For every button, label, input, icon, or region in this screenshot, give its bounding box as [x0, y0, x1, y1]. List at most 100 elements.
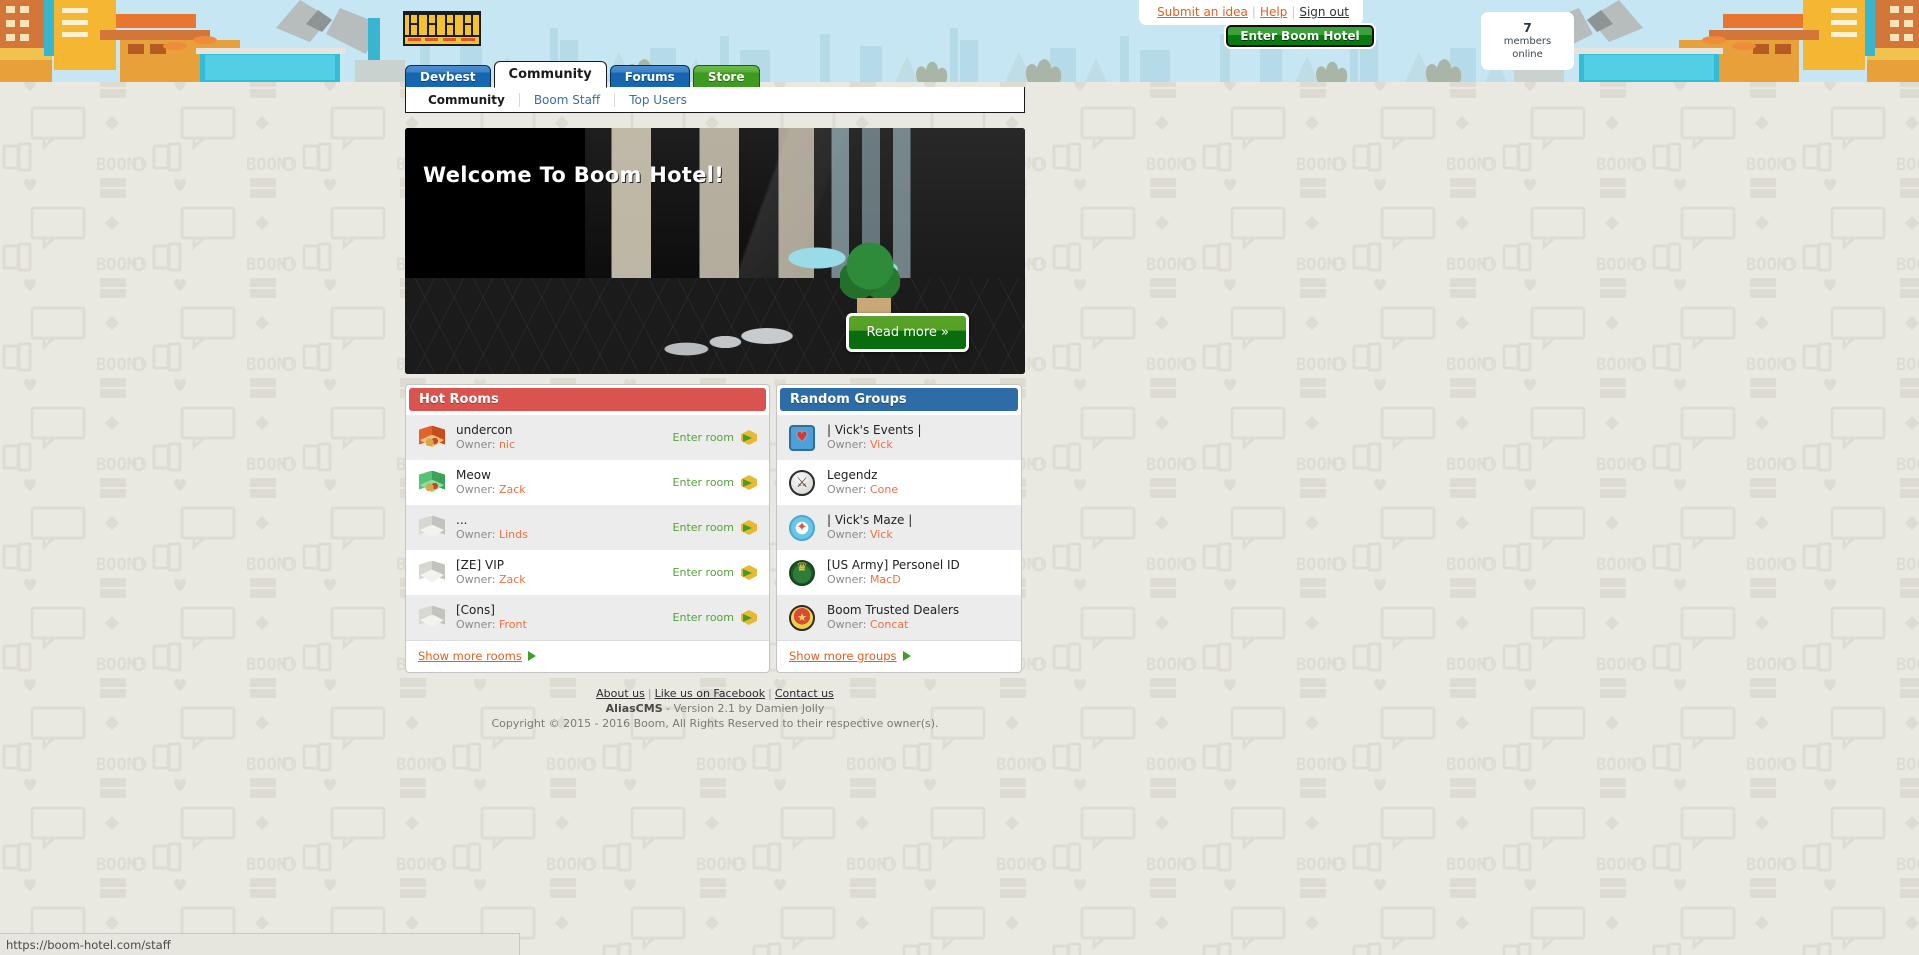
enter-room-label: Enter room	[672, 566, 734, 579]
enter-room-label: Enter room	[672, 476, 734, 489]
subnav-item-boom-staff[interactable]: Boom Staff	[518, 92, 614, 107]
group-info: | Vick's Events | Owner: Vick	[827, 423, 1013, 452]
hot-rooms-header: Hot Rooms	[409, 388, 766, 411]
room-info: [ZE] VIP Owner: Zack	[456, 558, 673, 587]
members-online-label-2: online	[1512, 48, 1543, 60]
enter-arrow-icon	[741, 475, 757, 490]
list-item[interactable]: [US Army] Personel ID Owner: MacD	[777, 550, 1021, 595]
group-owner: Owner: Vick	[827, 528, 1013, 542]
owner-label: Owner:	[827, 573, 867, 586]
subnav-item-community[interactable]: Community	[422, 93, 519, 107]
enter-arrow-icon	[741, 610, 757, 625]
enter-room-button[interactable]: Enter room	[673, 520, 761, 535]
group-badge-heart-icon	[789, 424, 817, 451]
tab-community[interactable]: Community	[493, 61, 607, 88]
hero-banner: Welcome To Boom Hotel! Read more »	[405, 128, 1025, 374]
group-owner: Owner: MacD	[827, 573, 1013, 587]
group-badge-crest-icon	[789, 559, 817, 586]
tab-store[interactable]: Store	[692, 65, 760, 87]
link-separator: |	[647, 687, 652, 700]
owner-name: nic	[498, 438, 516, 451]
cms-version: - Version 2.1 by Damien Jolly	[662, 702, 825, 715]
table-row[interactable]: undercon Owner: nic Enter room	[406, 415, 769, 460]
show-more-groups-label: Show more groups	[789, 649, 897, 663]
owner-name: MacD	[869, 573, 901, 586]
enter-room-label: Enter room	[672, 521, 734, 534]
footer-links: About us | Like us on Facebook | Contact us	[405, 686, 1025, 701]
show-more-groups-link[interactable]: Show more groups	[777, 640, 1021, 672]
random-groups-panel: Random Groups | Vick's Events | Owner: V…	[776, 384, 1022, 673]
room-cube-icon	[418, 515, 446, 541]
group-badge-medal-icon	[789, 604, 817, 631]
enter-room-button[interactable]: Enter room	[673, 430, 761, 445]
owner-name: Cone	[869, 483, 899, 496]
subnav-item-top-users[interactable]: Top Users	[614, 92, 701, 107]
owner-label: Owner:	[456, 438, 496, 451]
sign-out-link[interactable]: Sign out	[1299, 5, 1349, 19]
enter-arrow-icon	[741, 520, 757, 535]
owner-label: Owner:	[456, 618, 496, 631]
table-row[interactable]: Meow Owner: Zack Enter room	[406, 460, 769, 505]
owner-label: Owner:	[827, 528, 867, 541]
members-online-count: 7	[1523, 20, 1532, 35]
group-badge-sword-icon	[789, 469, 817, 496]
room-cube-icon	[418, 560, 446, 586]
room-name: [Cons]	[456, 603, 495, 617]
room-info: Meow Owner: Zack	[456, 468, 673, 497]
group-name: | Vick's Maze |	[827, 513, 913, 527]
list-item[interactable]: | Vick's Maze | Owner: Vick	[777, 505, 1021, 550]
show-more-rooms-label: Show more rooms	[418, 649, 522, 663]
owner-label: Owner:	[827, 438, 867, 451]
room-owner: Owner: nic	[456, 438, 673, 452]
group-name: [US Army] Personel ID	[827, 558, 960, 572]
enter-room-button[interactable]: Enter room	[673, 610, 761, 625]
owner-label: Owner:	[827, 483, 867, 496]
enter-room-button[interactable]: Enter room	[673, 565, 761, 580]
list-item[interactable]: Boom Trusted Dealers Owner: Concat	[777, 595, 1021, 640]
facebook-link[interactable]: Like us on Facebook	[655, 687, 766, 700]
help-link[interactable]: Help	[1260, 5, 1287, 19]
link-separator: |	[1251, 5, 1256, 19]
room-name: Meow	[456, 468, 491, 482]
enter-room-label: Enter room	[672, 431, 734, 444]
list-item[interactable]: | Vick's Events | Owner: Vick	[777, 415, 1021, 460]
members-online-box: 7 members online	[1481, 12, 1574, 70]
random-groups-header: Random Groups	[780, 388, 1018, 411]
group-info: Boom Trusted Dealers Owner: Concat	[827, 603, 1013, 632]
group-badge-compass-icon	[789, 514, 817, 541]
owner-label: Owner:	[456, 528, 496, 541]
cms-name: AliasCMS	[605, 702, 663, 715]
status-bar-url: https://boom-hotel.com/staff	[6, 937, 171, 952]
owner-name: Linds	[498, 528, 528, 541]
tab-forums[interactable]: Forums	[609, 65, 690, 87]
room-name: undercon	[456, 423, 513, 437]
read-more-button[interactable]: Read more »	[846, 313, 969, 352]
table-row[interactable]: [Cons] Owner: Front Enter room	[406, 595, 769, 640]
submit-idea-link[interactable]: Submit an idea	[1157, 5, 1248, 19]
room-owner: Owner: Linds	[456, 528, 673, 542]
enter-boom-hotel-button[interactable]: Enter Boom Hotel	[1226, 25, 1374, 47]
owner-label: Owner:	[456, 573, 496, 586]
hot-rooms-list: undercon Owner: nic Enter room Meow Owne…	[406, 411, 769, 640]
enter-room-label: Enter room	[672, 611, 734, 624]
table-row[interactable]: [ZE] VIP Owner: Zack Enter room	[406, 550, 769, 595]
group-info: Legendz Owner: Cone	[827, 468, 1013, 497]
members-online-label-1: members	[1503, 35, 1552, 47]
tab-devbest[interactable]: Devbest	[405, 65, 491, 87]
table-row[interactable]: ... Owner: Linds Enter room	[406, 505, 769, 550]
room-info: undercon Owner: nic	[456, 423, 673, 452]
enter-room-button[interactable]: Enter room	[673, 475, 761, 490]
show-more-rooms-link[interactable]: Show more rooms	[406, 640, 769, 672]
list-item[interactable]: Legendz Owner: Cone	[777, 460, 1021, 505]
room-name: [ZE] VIP	[456, 558, 504, 572]
link-separator: |	[768, 687, 772, 700]
room-owner: Owner: Zack	[456, 573, 673, 587]
panels-row: Hot Rooms undercon Owner: nic Enter room…	[405, 384, 1025, 673]
content-wrapper: Devbest Community Forums Store Community…	[405, 60, 1025, 731]
about-us-link[interactable]: About us	[596, 687, 645, 700]
room-owner: Owner: Front	[456, 618, 673, 632]
boom-logo[interactable]	[403, 11, 481, 46]
city-illustration-right	[1514, 0, 1919, 82]
room-info: [Cons] Owner: Front	[456, 603, 673, 632]
contact-us-link[interactable]: Contact us	[775, 687, 834, 700]
